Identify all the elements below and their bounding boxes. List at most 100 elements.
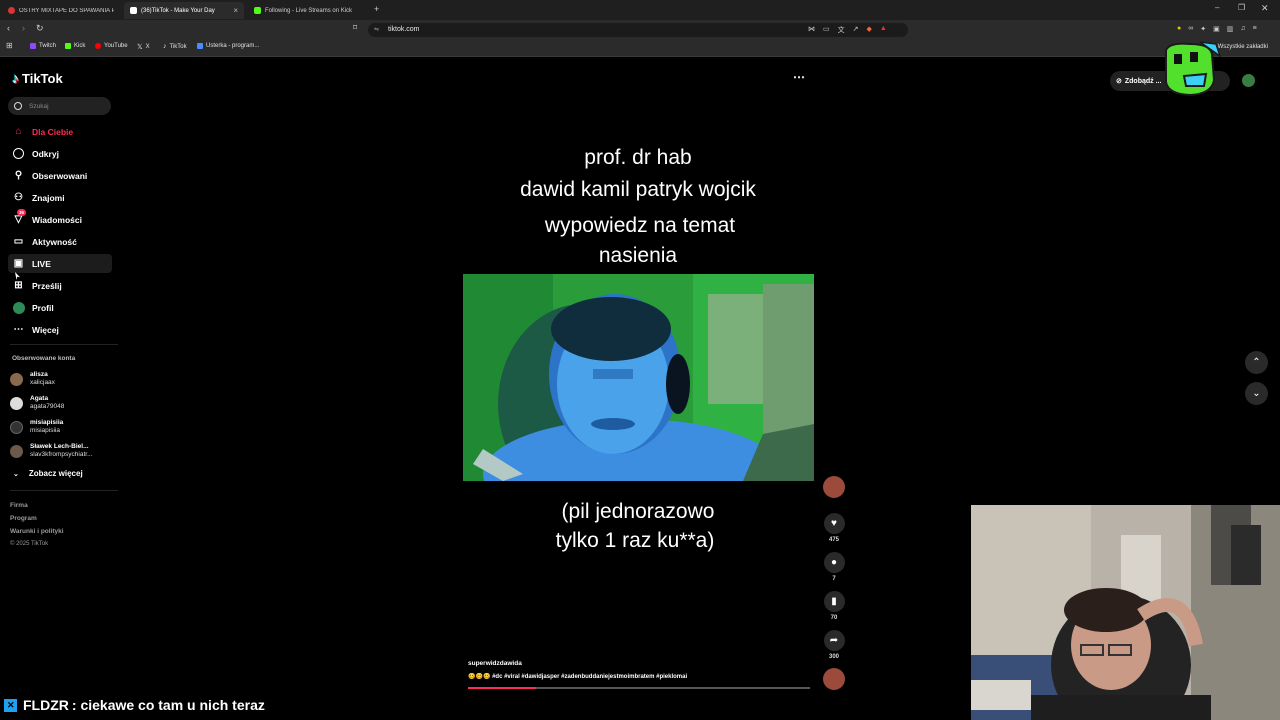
account-name: Agata: [30, 395, 49, 402]
bookmarks-bar: [0, 40, 1280, 57]
tiktok-favicon-icon: [130, 7, 137, 14]
nav-item-for-you[interactable]: ⌂ Dla Ciebie: [8, 122, 112, 141]
forward-icon[interactable]: ›: [22, 24, 25, 33]
author-avatar-button[interactable]: [823, 476, 845, 498]
twitch-icon: [30, 43, 36, 49]
browser-tab[interactable]: Following - Live Streams on Kick: [248, 2, 368, 19]
sidebar-toggle-icon[interactable]: ▥: [1227, 25, 1234, 33]
next-video-button[interactable]: ⌄: [1245, 382, 1268, 405]
minimize-icon[interactable]: –: [1215, 4, 1219, 12]
bookmark-page-icon[interactable]: ⌑: [353, 24, 357, 32]
sidebar-divider: [10, 490, 118, 491]
search-input[interactable]: Szukaj: [8, 97, 111, 115]
bookmark-icon: ▮: [823, 591, 845, 612]
avatar: [10, 420, 23, 434]
nav-item-activity[interactable]: ▭ Aktywność: [8, 232, 112, 251]
followed-account[interactable]: misiapisiia misiapisiia: [10, 419, 63, 435]
comment-button[interactable]: ● 7: [823, 552, 845, 582]
nav-item-messages[interactable]: ▽ 36 Wiadomości: [8, 209, 112, 229]
like-button[interactable]: ♥ 475: [823, 513, 845, 543]
search-icon: [14, 102, 22, 110]
messages-badge: 36: [17, 209, 27, 216]
heart-icon: ♥: [823, 513, 845, 534]
video-author[interactable]: superwidzdawida: [468, 660, 522, 667]
nav-item-live[interactable]: ▣ LIVE: [8, 254, 112, 273]
nav-item-upload[interactable]: ⊞ Prześlij: [8, 276, 112, 295]
video-progress-fill: [468, 687, 537, 689]
site-info-icon[interactable]: ⇋: [374, 26, 379, 33]
profile-avatar[interactable]: [1242, 74, 1255, 87]
browser-tab[interactable]: OSTRY MIXTAPE DO SPAWANIA POD...: [2, 2, 120, 19]
bookmark-youtube[interactable]: YouTube: [95, 43, 128, 49]
nav-label: Profil: [32, 302, 54, 313]
back-icon[interactable]: ‹: [7, 24, 10, 33]
friends-icon: ⚇: [14, 192, 23, 203]
nav-item-explore[interactable]: Odkryj: [8, 144, 112, 163]
search-placeholder: Szukaj: [29, 102, 49, 110]
bookmark-label: YouTube: [104, 43, 128, 49]
previous-video-button[interactable]: ⌃: [1245, 351, 1268, 374]
more-dots-icon: ⋯: [13, 324, 24, 335]
account-name: alisza: [30, 371, 48, 378]
reader-icon[interactable]: ⋈: [808, 25, 815, 35]
comment-icon: ●: [823, 552, 845, 573]
footer-link-terms[interactable]: Warunki i polityki: [10, 528, 64, 535]
brave-shield-icon[interactable]: ◆: [867, 25, 872, 35]
bookmark-usterka[interactable]: Usterka - program...: [197, 43, 259, 49]
nav-label: Znajomi: [32, 192, 65, 203]
chevron-down-icon: ⌄: [1252, 388, 1261, 399]
rewards-icon[interactable]: ▲: [880, 25, 887, 35]
menu-icon[interactable]: ≡: [1253, 25, 1257, 33]
nav-item-following[interactable]: ⚲ Obserwowani: [8, 166, 112, 185]
close-tab-icon[interactable]: ×: [233, 6, 238, 15]
reload-icon[interactable]: ↻: [36, 24, 44, 33]
webcam-feed-image: [971, 505, 1280, 720]
bookmark-tiktok[interactable]: ♪ TikTok: [163, 43, 187, 50]
puzzle-icon[interactable]: ✦: [1200, 25, 1206, 33]
stream-mascot-overlay: [1160, 40, 1222, 103]
bookmark-x[interactable]: 𝕏X: [137, 43, 150, 51]
browser-tab-active[interactable]: (36)TikTok - Make Your Day ×: [124, 2, 244, 19]
video-still-image: [463, 274, 814, 481]
video-caption-line: prof. dr hab: [584, 146, 692, 169]
followed-account[interactable]: alisza xalicjaax: [10, 371, 55, 387]
tiktok-note-icon: ♪: [12, 70, 19, 86]
restore-icon[interactable]: ❐: [1238, 4, 1245, 12]
see-more-button[interactable]: ⌄ Zobacz więcej: [13, 469, 83, 478]
music-disc-button[interactable]: [823, 668, 845, 690]
followed-account[interactable]: Agata agata79048: [10, 395, 64, 411]
comment-count: 7: [832, 576, 836, 582]
translate-icon[interactable]: 文: [838, 25, 845, 35]
share-icon[interactable]: ↗: [853, 25, 859, 35]
extension-icon[interactable]: ●: [1177, 25, 1181, 33]
bookmark-label: Twitch: [39, 43, 57, 49]
bookmark-twitch[interactable]: Twitch: [30, 43, 56, 49]
address-bar-actions: ⋈ ▭ 文 ↗ ◆ ▲: [808, 25, 887, 35]
tiktok-logo[interactable]: ♪ TikTok: [12, 70, 63, 86]
nav-item-friends[interactable]: ⚇ Znajomi: [8, 188, 112, 207]
cast-icon[interactable]: ▭: [823, 25, 830, 35]
video-progress-bar[interactable]: [468, 687, 810, 689]
video-frame[interactable]: [463, 274, 814, 481]
close-window-icon[interactable]: ✕: [1261, 4, 1269, 13]
vpn-icon[interactable]: ∞: [1188, 25, 1193, 33]
get-coins-label: Zdobądź ...: [1124, 77, 1162, 85]
media-icon[interactable]: ♫: [1240, 25, 1245, 33]
footer-link-company[interactable]: Firma: [10, 502, 28, 509]
wallet-icon[interactable]: ▣: [1213, 25, 1220, 33]
nav-label: Wiadomości: [32, 214, 82, 225]
followed-account[interactable]: Sławek Lech-Biel... slav3kfrompsychiatr..…: [10, 443, 93, 459]
footer-link-program[interactable]: Program: [10, 515, 37, 522]
kick-chat-icon: ✕: [4, 698, 17, 712]
mascot-image: [1165, 41, 1222, 97]
bookmark-kick[interactable]: Kick: [65, 43, 85, 49]
video-options-icon[interactable]: ⋯: [793, 70, 805, 84]
nav-item-profile[interactable]: Profil: [8, 298, 112, 317]
save-button[interactable]: ▮ 70: [823, 591, 845, 621]
nav-item-more[interactable]: ⋯ Więcej: [8, 320, 112, 339]
share-button[interactable]: ➦ 300: [823, 630, 845, 660]
new-tab-icon[interactable]: +: [374, 5, 379, 14]
apps-grid-icon[interactable]: ⊞: [6, 42, 13, 50]
see-more-label: Zobacz więcej: [28, 469, 83, 478]
kick-favicon-icon: [254, 7, 261, 14]
